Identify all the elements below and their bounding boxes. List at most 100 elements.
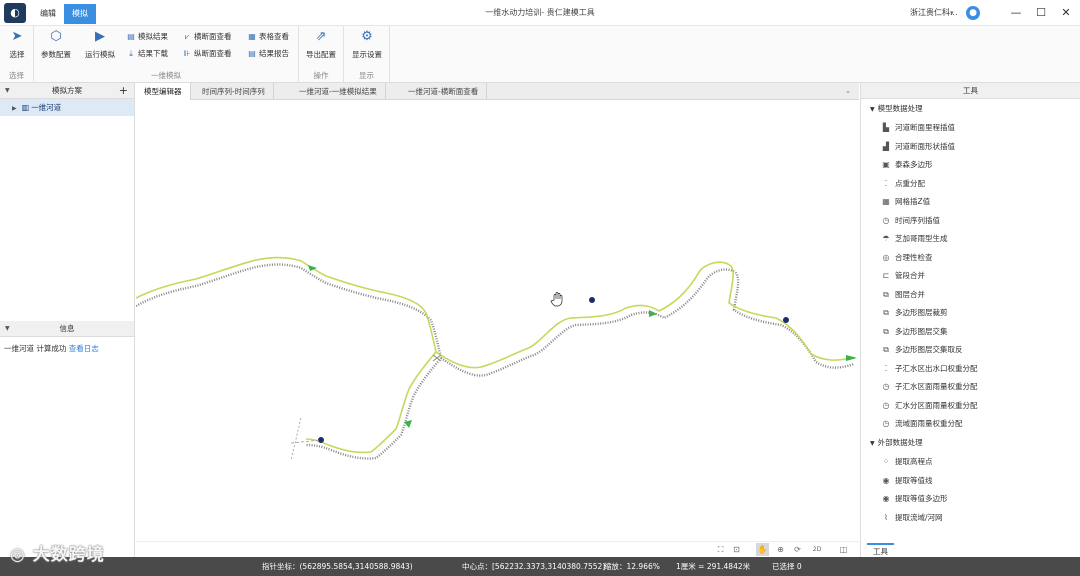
zoom-in-icon[interactable]: ⊕ xyxy=(774,543,787,556)
info-panel-title: 信息 xyxy=(59,324,75,333)
tool-item[interactable]: ◷ 时间序列插值 xyxy=(881,214,941,228)
view-log-link[interactable]: 查看日志 xyxy=(69,344,99,353)
app-logo-icon[interactable]: ◐ xyxy=(4,3,26,23)
collapse-icon[interactable]: ▼ xyxy=(5,83,10,99)
user-dropdown-icon[interactable]: ▾ xyxy=(950,0,954,26)
section-model-data[interactable]: ▼ 模型数据处理 xyxy=(870,102,923,116)
sim-result-button[interactable]: ▤ 模拟结果 xyxy=(126,30,168,44)
info-message: 一维河道 计算成功 查看日志 xyxy=(4,343,99,354)
tool-item[interactable]: ⧉ 多边形图层裁剪 xyxy=(881,306,948,320)
tree-item-river[interactable]: ▶ ▥ 一维河道 xyxy=(0,99,134,116)
display-settings-button[interactable]: ⚙ 显示设置 xyxy=(347,29,387,65)
status-bar: 指针坐标：(562895.5854,3140588.9843) 中心点：[562… xyxy=(0,557,1080,576)
ribbon-group-simulate: ⬡ 参数配置 ▶ 运行模拟 ▤ 模拟结果 ⤓ 结果下载 ⩗ 横断面查看 ⊪ 纵断面查看 … xyxy=(34,26,299,83)
collapse-info-icon[interactable]: ▼ xyxy=(5,321,10,337)
display-settings-label: 显示设置 xyxy=(352,50,382,59)
tab-time-series[interactable]: 时间序列-时间序列 xyxy=(194,83,274,100)
play-icon: ▶ xyxy=(95,29,105,44)
expand-icon[interactable]: ▶ xyxy=(12,105,17,112)
tool-item[interactable]: ⧉ 多边形图层交集取反 xyxy=(881,343,962,357)
tool-item[interactable]: ▦ 网格插Z值 xyxy=(881,195,930,209)
param-config-button[interactable]: ⬡ 参数配置 xyxy=(36,29,76,65)
tools-bottom-tab[interactable]: 工具 xyxy=(867,543,894,557)
split-view-icon[interactable]: ◫ xyxy=(837,543,850,556)
tab-sim-result[interactable]: 一维河道-一维模拟结果 xyxy=(291,83,386,100)
maximize-button[interactable]: ☐ xyxy=(1029,0,1053,26)
tool-item-label: 提取流域/河网 xyxy=(895,512,943,522)
tool-icon: ▣ xyxy=(882,160,890,169)
tool-item[interactable]: ⧉ 多边形图层交集 xyxy=(881,325,947,339)
menu-tab-simulate[interactable]: 模拟 xyxy=(64,4,96,24)
ribbon-group-operation: ⇗ 导出配置 操作 xyxy=(299,26,344,83)
tool-item-label: 管段合并 xyxy=(895,271,925,280)
right-tools-panel: 工具 ▼ 模型数据处理 ▙ 河道断面里程插值 ▟ 河道断面形状插值 ▣ 泰森多边形 ⁚ 点重分配… xyxy=(860,83,1080,557)
pan-hand-icon[interactable]: ✋ xyxy=(756,543,769,556)
result-download-button[interactable]: ⤓ 结果下载 xyxy=(126,47,168,61)
tool-item[interactable]: ⌇ 提取流域/河网 xyxy=(881,511,943,525)
refresh-icon[interactable]: ⟳ xyxy=(791,543,804,556)
tool-icon: ⁘ xyxy=(882,457,890,466)
tool-icon: ⧉ xyxy=(883,289,889,299)
tool-item[interactable]: ▟ 河道断面形状插值 xyxy=(881,140,955,154)
watermark-logo: ◎ 大数跨境 xyxy=(10,540,105,565)
tool-item-label: 多边形图层裁剪 xyxy=(895,308,948,317)
tool-item-label: 泰森多边形 xyxy=(895,160,933,169)
tool-item[interactable]: ⁚ 点重分配 xyxy=(881,177,925,191)
tool-item[interactable]: ◉ 提取等值线 xyxy=(881,474,933,488)
avatar-icon[interactable]: ● xyxy=(966,6,980,20)
tool-item-label: 网格插Z值 xyxy=(895,197,931,206)
export-config-button[interactable]: ⇗ 导出配置 xyxy=(301,29,341,65)
map-canvas[interactable] xyxy=(135,100,859,541)
tab-cross-section[interactable]: 一维河道-横断面查看 xyxy=(400,83,488,100)
tool-item-label: 图层合并 xyxy=(895,289,925,299)
tool-item[interactable]: ▙ 河道断面里程插值 xyxy=(881,121,955,135)
tool-item[interactable]: ◷ 汇水分区面雨量权重分配 xyxy=(881,399,978,413)
tab-model-editor[interactable]: 模型编辑器 xyxy=(136,83,191,100)
select-button[interactable]: ➤ 选择 xyxy=(0,29,37,65)
add-scheme-button[interactable]: + xyxy=(119,83,128,99)
tool-icon: ▟ xyxy=(882,141,890,151)
tool-item[interactable]: ▣ 泰森多边形 xyxy=(881,158,933,172)
tool-icon: ⧉ xyxy=(883,326,889,336)
run-simulation-label: 运行模拟 xyxy=(85,50,115,59)
tool-item[interactable]: ◷ 子汇水区面雨量权重分配 xyxy=(881,380,978,394)
tool-icon: ⧉ xyxy=(883,345,889,354)
tool-icon: ◉ xyxy=(882,494,890,503)
left-panel: ▼ 模拟方案 + ▶ ▥ 一维河道 ▼ 信息 一维河道 计算成功 查看日志 xyxy=(0,83,135,557)
watermark-text: 大数跨境 xyxy=(32,545,105,565)
collapse-section-icon[interactable]: ▼ xyxy=(870,106,875,113)
tool-item[interactable]: ◎ 合理性检查 xyxy=(881,251,933,265)
selected-count: 已选择 0 xyxy=(772,562,802,571)
tool-item-label: 点重分配 xyxy=(895,178,925,188)
tool-item[interactable]: ⧉ 图层合并 xyxy=(881,288,925,302)
section-model-data-label: 模型数据处理 xyxy=(877,104,923,113)
tool-item[interactable]: ⁘ 提取高程点 xyxy=(881,455,933,469)
tool-item-label: 子汇水区出水口权重分配 xyxy=(895,363,978,373)
tool-item[interactable]: ⊏ 管段合并 xyxy=(881,269,925,283)
table-view-button[interactable]: ▦ 表格查看 xyxy=(247,30,289,44)
zoom-box-icon[interactable]: ⊡ xyxy=(730,543,743,556)
long-section-button[interactable]: ⊪ 纵断面查看 xyxy=(182,47,232,61)
tools-panel-header: 工具 xyxy=(861,83,1080,99)
cross-section-button[interactable]: ⩗ 横断面查看 xyxy=(182,30,232,44)
close-button[interactable]: ✕ xyxy=(1054,0,1078,26)
tool-item[interactable]: ☂ 芝加哥雨型生成 xyxy=(881,232,948,246)
export-icon: ⇗ xyxy=(315,29,327,44)
collapse-section-icon[interactable]: ▼ xyxy=(870,440,875,447)
tabs-dropdown-icon[interactable]: ⌄ xyxy=(845,83,851,100)
minimize-button[interactable]: — xyxy=(1004,0,1028,26)
tool-item[interactable]: ◉ 提取等值多边形 xyxy=(881,492,948,506)
section-external-data[interactable]: ▼ 外部数据处理 xyxy=(870,436,923,450)
result-report-button[interactable]: ▤ 结果报告 xyxy=(247,47,289,61)
tool-item[interactable]: ◷ 流域面雨量权重分配 xyxy=(881,417,963,431)
hand-cursor-icon xyxy=(550,292,563,307)
river-layer-icon: ▥ xyxy=(21,103,30,112)
menu-tab-edit[interactable]: 编辑 xyxy=(32,4,64,24)
run-simulation-button[interactable]: ▶ 运行模拟 xyxy=(80,29,120,65)
view-2d-button[interactable]: 2D xyxy=(809,543,825,556)
junction-mark xyxy=(432,354,442,362)
full-extent-icon[interactable]: ⛶ xyxy=(714,543,727,556)
tool-item[interactable]: ⁚ 子汇水区出水口权重分配 xyxy=(881,362,978,376)
tool-item-label: 芝加哥雨型生成 xyxy=(895,234,948,243)
tool-icon: ☂ xyxy=(882,234,890,243)
